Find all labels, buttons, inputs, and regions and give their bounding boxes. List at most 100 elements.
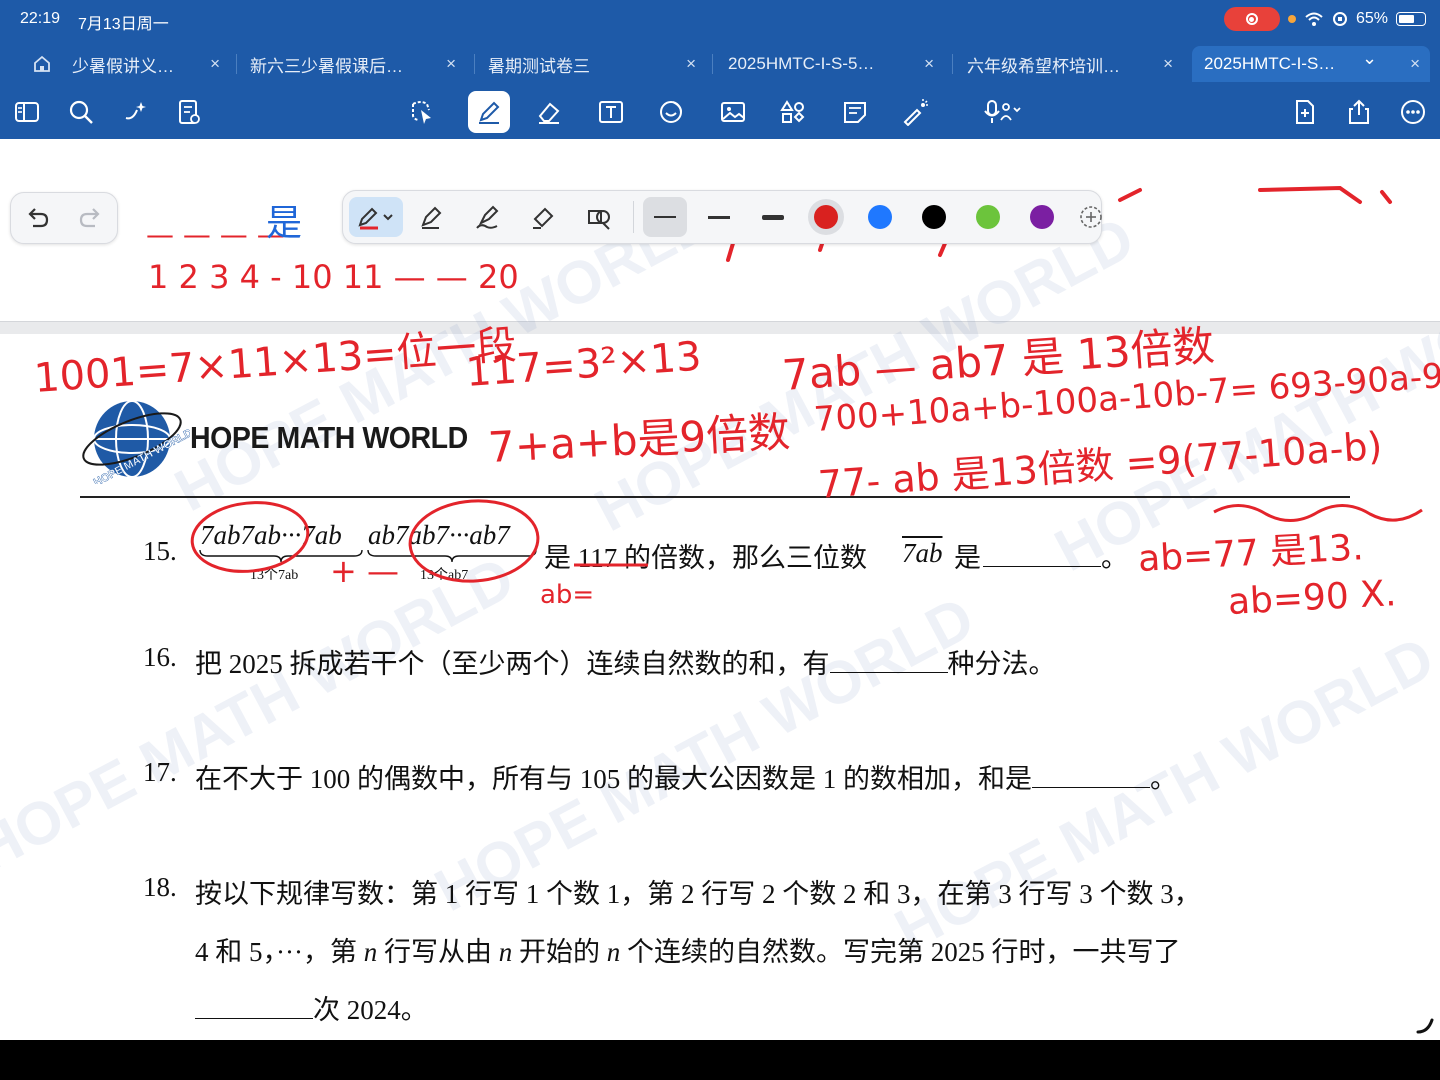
highlighter-button[interactable] xyxy=(523,197,563,237)
question-18-answer-blank[interactable] xyxy=(195,996,313,1019)
add-color-icon[interactable] xyxy=(1079,205,1103,229)
question-18-line-3: 次 2024。 xyxy=(195,988,428,1027)
tab-close-icon[interactable]: × xyxy=(1410,54,1420,74)
sidebar-icon xyxy=(15,102,39,122)
question-16-number: 16. xyxy=(143,642,177,672)
pen-tool-button[interactable] xyxy=(468,91,510,133)
share-icon xyxy=(1349,99,1369,124)
mic-in-use-icon xyxy=(1287,15,1296,23)
sidebar-toggle-button[interactable] xyxy=(8,93,46,131)
sticker-button[interactable] xyxy=(652,93,690,131)
share-button[interactable] xyxy=(1340,93,1378,131)
undo-icon[interactable] xyxy=(23,204,51,232)
add-page-icon xyxy=(1296,100,1314,124)
main-toolbar xyxy=(0,85,1440,139)
tab-3[interactable]: 2025HMTC-I-S-5… × xyxy=(716,46,944,82)
shapes-icon xyxy=(780,100,805,123)
battery-percent: 65% xyxy=(1355,10,1388,27)
more-icon xyxy=(1401,100,1425,124)
highlighter-icon xyxy=(533,207,554,229)
question-17-text: 在不大于 100 的偶数中，所有与 105 的最大公因数是 1 的数相加，和是。 xyxy=(195,764,1177,794)
handwriting-circles xyxy=(190,499,540,583)
sticker-icon xyxy=(660,101,682,123)
question-17-number: 17. xyxy=(143,757,177,787)
question-18-line-2: 4 和 5，···，第 n 行写从由 n 开始的 n 个连续的自然数。写完第 2… xyxy=(195,937,1181,967)
text-box-button[interactable] xyxy=(592,93,630,131)
eraser-tool-button[interactable] xyxy=(530,93,568,131)
question-18-number: 18. xyxy=(143,872,177,902)
tab-close-icon[interactable]: × xyxy=(1163,54,1173,74)
document-gear-icon xyxy=(179,100,200,124)
tab-4[interactable]: 六年级希望杯培训… × xyxy=(955,46,1183,82)
brush-pen-icon xyxy=(476,205,499,229)
eraser-icon xyxy=(538,102,560,124)
shapes-button[interactable] xyxy=(774,93,812,131)
status-date: 7月13日周一 xyxy=(78,16,169,33)
handwriting-top-dashes: — — — — xyxy=(146,218,285,251)
tab-close-icon[interactable]: × xyxy=(446,54,456,74)
tab-close-icon[interactable]: × xyxy=(210,54,220,74)
resize-handle-icon[interactable] xyxy=(1414,1012,1438,1036)
color-swatch-red-selected[interactable] xyxy=(814,205,838,229)
text-box-icon xyxy=(599,101,623,123)
handwriting-top-numbers: 1 2 3 4 - 10 11 — — 20 xyxy=(148,258,519,296)
ai-assist-button[interactable] xyxy=(116,93,154,131)
handwriting-squiggle xyxy=(1213,504,1423,522)
wifi-icon xyxy=(1305,12,1323,26)
handwriting-underline-117 xyxy=(574,563,648,567)
pen-icon xyxy=(479,101,500,124)
laser-pointer-icon xyxy=(903,99,928,126)
shape-pen-icon xyxy=(588,210,610,230)
hope-math-world-logo: HOPE MATH WORLD xyxy=(82,400,190,484)
insert-image-button[interactable] xyxy=(714,93,752,131)
question-15-answer-blank[interactable] xyxy=(983,544,1101,567)
shape-pen-button[interactable] xyxy=(579,197,619,237)
stroke-medium-button[interactable] xyxy=(699,197,739,237)
document-tab-bar: 少暑假讲义… × 新六三少暑假课后… × 暑期测试卷三 × 2025HMTC-I… xyxy=(0,40,1440,85)
rotation-lock-icon xyxy=(1332,12,1347,26)
tab-close-icon[interactable]: × xyxy=(924,54,934,74)
color-swatch-black[interactable] xyxy=(922,205,946,229)
document-settings-button[interactable] xyxy=(170,93,208,131)
pen-palette xyxy=(342,190,1102,244)
question-17-answer-blank[interactable] xyxy=(1032,765,1150,788)
note-icon xyxy=(844,102,866,123)
tab-1[interactable]: 新六三少暑假课后… × xyxy=(238,46,466,82)
stroke-thick-button[interactable] xyxy=(753,197,793,237)
question-15-text-2: 是。 xyxy=(954,543,1128,573)
tab-5-active[interactable]: 2025HMTC-I-S… ⌄ × xyxy=(1192,46,1430,82)
question-15-number: 15. xyxy=(143,536,177,566)
search-icon xyxy=(69,100,93,124)
stroke-thin-button[interactable] xyxy=(643,197,687,237)
pen-type-ballpoint-button[interactable] xyxy=(349,197,403,237)
tab-dropdown-icon[interactable]: ⌄ xyxy=(1362,48,1377,69)
color-swatch-blue[interactable] xyxy=(868,205,892,229)
tab-close-icon[interactable]: × xyxy=(686,54,696,74)
screen-recording-icon[interactable] xyxy=(1223,7,1280,31)
pen-type-fountain-button[interactable] xyxy=(411,197,451,237)
bottom-letterbox xyxy=(0,1040,1440,1080)
add-page-button[interactable] xyxy=(1286,93,1324,131)
ballpoint-pen-icon xyxy=(358,207,393,230)
lasso-select-button[interactable] xyxy=(402,93,440,131)
status-time: 22:19 xyxy=(20,10,61,27)
sticky-note-button[interactable] xyxy=(836,93,874,131)
logo-text: HOPE MATH WORLD xyxy=(190,420,468,455)
more-options-button[interactable] xyxy=(1394,93,1432,131)
laser-pointer-button[interactable] xyxy=(896,93,934,131)
tab-0[interactable]: 少暑假讲义… × xyxy=(60,46,230,82)
home-icon[interactable] xyxy=(32,54,52,74)
redo-icon[interactable] xyxy=(77,204,105,232)
microphone-icon xyxy=(984,100,1021,123)
question-16-answer-blank[interactable] xyxy=(829,650,948,673)
color-swatch-green[interactable] xyxy=(976,205,1000,229)
tab-2[interactable]: 暑期测试卷三 × xyxy=(476,46,706,82)
image-icon xyxy=(721,102,745,122)
audio-record-button[interactable] xyxy=(974,93,1030,131)
color-swatch-purple[interactable] xyxy=(1030,205,1054,229)
search-button[interactable] xyxy=(62,93,100,131)
pen-type-brush-button[interactable] xyxy=(467,197,507,237)
fountain-pen-icon xyxy=(421,206,442,229)
question-16-text: 把 2025 拆成若干个（至少两个）连续自然数的和，有 种分法。 xyxy=(195,649,1056,679)
lasso-icon xyxy=(412,101,431,124)
